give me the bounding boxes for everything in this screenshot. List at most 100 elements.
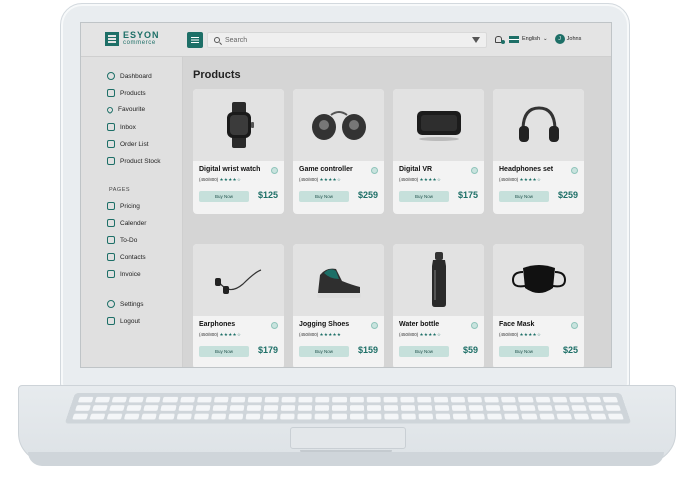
product-rating: (450/800) ★★★★☆ <box>399 332 442 337</box>
menu-toggle-button[interactable] <box>187 32 203 48</box>
search-bar[interactable]: Search <box>207 32 487 48</box>
keyboard-key <box>585 396 602 403</box>
sidebar-item-logout[interactable]: Logout <box>107 317 140 325</box>
logo-icon <box>105 31 119 46</box>
favourite-icon[interactable] <box>471 322 478 329</box>
buy-now-button[interactable]: Buy Now <box>399 346 449 357</box>
keyboard-key <box>230 396 246 403</box>
product-price: $259 <box>357 190 378 200</box>
keyboard-key <box>263 405 279 411</box>
product-card[interactable]: Game controller (450/800) ★★★★☆ Buy Now … <box>293 89 384 214</box>
star-rating-icon: ★★★★★ <box>319 332 342 337</box>
sidebar: Dashboard Products Favourite Inbox Order… <box>81 57 183 367</box>
favourite-icon[interactable] <box>371 322 378 329</box>
product-card[interactable]: Headphones set (450/800) ★★★★☆ Buy Now $… <box>493 89 584 214</box>
product-card[interactable]: Earphones (450/800) ★★★★☆ Buy Now $179 <box>193 244 284 367</box>
sidebar-item-product-stock[interactable]: Product Stock <box>107 157 160 165</box>
pages-heading: PAGES <box>109 187 131 193</box>
keyboard <box>64 393 632 424</box>
product-name: Digital VR <box>399 166 433 173</box>
keyboard-key <box>109 405 126 411</box>
product-card[interactable]: Face Mask (450/800) ★★★★☆ Buy Now $25 <box>493 244 584 367</box>
sidebar-item-settings[interactable]: Settings <box>107 300 144 308</box>
favourite-icon[interactable] <box>371 167 378 174</box>
logout-icon <box>107 317 115 325</box>
keyboard-key <box>556 413 572 420</box>
favourite-icon[interactable] <box>571 167 578 174</box>
buy-now-button[interactable]: Buy Now <box>199 346 249 357</box>
flag-icon <box>509 35 519 43</box>
sidebar-item-dashboard[interactable]: Dashboard <box>107 72 152 80</box>
sidebar-item-calender[interactable]: Calender <box>107 219 146 227</box>
keyboard-key <box>469 413 486 420</box>
stock-icon <box>107 157 115 165</box>
page-title: Products <box>193 69 241 81</box>
buy-now-button[interactable]: Buy Now <box>399 191 449 202</box>
favourite-icon[interactable] <box>471 167 478 174</box>
keyboard-key <box>501 396 517 403</box>
brand-name: ESYON <box>123 30 160 40</box>
logo[interactable]: ESYON commerce <box>105 31 160 46</box>
buy-now-button[interactable]: Buy Now <box>199 191 249 202</box>
product-card[interactable]: Jogging Shoes (450/800) ★★★★★ Buy Now $1… <box>293 244 384 367</box>
buy-now-button[interactable]: Buy Now <box>299 346 349 357</box>
keyboard-key <box>106 413 123 420</box>
product-rating: (450/800) ★★★★☆ <box>199 332 242 337</box>
keyboard-key <box>246 405 262 411</box>
keyboard-key <box>332 396 347 403</box>
sidebar-item-contacts[interactable]: Contacts <box>107 253 146 261</box>
user-menu[interactable]: J Johns <box>554 34 581 44</box>
product-card[interactable]: Digital wrist watch (450/800) ★★★★☆ Buy … <box>193 89 284 214</box>
keyboard-key <box>366 405 381 411</box>
vr-headset-icon <box>416 111 461 141</box>
sidebar-item-invoice[interactable]: Invoice <box>107 270 141 278</box>
keyboard-key <box>349 405 364 411</box>
gear-icon <box>107 300 115 308</box>
sidebar-item-order-list[interactable]: Order List <box>107 140 149 148</box>
filter-icon[interactable] <box>472 37 480 43</box>
buy-now-button[interactable]: Buy Now <box>299 191 349 202</box>
product-price: $59 <box>462 345 478 355</box>
sidebar-item-todo[interactable]: To-Do <box>107 236 137 244</box>
star-rating-icon: ★★★★☆ <box>419 177 442 182</box>
keyboard-key <box>245 413 261 420</box>
keyboard-key <box>315 405 330 411</box>
keyboard-key <box>264 396 280 403</box>
sidebar-item-favourite[interactable]: Favourite <box>105 105 145 114</box>
keyboard-key <box>212 405 228 411</box>
keyboard-key <box>210 413 227 420</box>
keyboard-key <box>179 396 195 403</box>
buy-now-button[interactable]: Buy Now <box>499 191 549 202</box>
keyboard-key <box>519 405 536 411</box>
keyboard-key <box>332 413 347 420</box>
language-label: English <box>522 36 541 42</box>
product-rating: (450/800) ★★★★★ <box>299 332 342 337</box>
notification-icon[interactable] <box>495 35 505 44</box>
sidebar-item-inbox[interactable]: Inbox <box>107 123 136 131</box>
product-card[interactable]: Digital VR (450/800) ★★★★☆ Buy Now $175 <box>393 89 484 214</box>
keyboard-key <box>92 405 109 411</box>
product-image <box>293 89 384 161</box>
product-image <box>293 244 384 316</box>
favourite-icon[interactable] <box>271 167 278 174</box>
keyboard-key <box>417 405 433 411</box>
keyboard-key <box>487 413 503 420</box>
favourite-icon[interactable] <box>271 322 278 329</box>
keyboard-key <box>195 405 211 411</box>
keyboard-key <box>262 413 278 420</box>
product-name: Game controller <box>299 166 353 173</box>
sidebar-item-products[interactable]: Products <box>107 89 146 97</box>
keyboard-key <box>383 396 398 403</box>
product-card[interactable]: Water bottle (450/800) ★★★★☆ Buy Now $59 <box>393 244 484 367</box>
keyboard-key <box>383 405 398 411</box>
sidebar-item-pricing[interactable]: Pricing <box>107 202 140 210</box>
search-input[interactable]: Search <box>225 37 467 44</box>
bottle-icon <box>431 252 446 307</box>
product-name: Water bottle <box>399 321 440 328</box>
keyboard-key <box>435 413 451 420</box>
keyboard-key <box>145 396 162 403</box>
language-selector[interactable]: English ⌄ <box>509 35 548 43</box>
keyboard-key <box>573 413 590 420</box>
favourite-icon[interactable] <box>571 322 578 329</box>
buy-now-button[interactable]: Buy Now <box>499 346 549 357</box>
